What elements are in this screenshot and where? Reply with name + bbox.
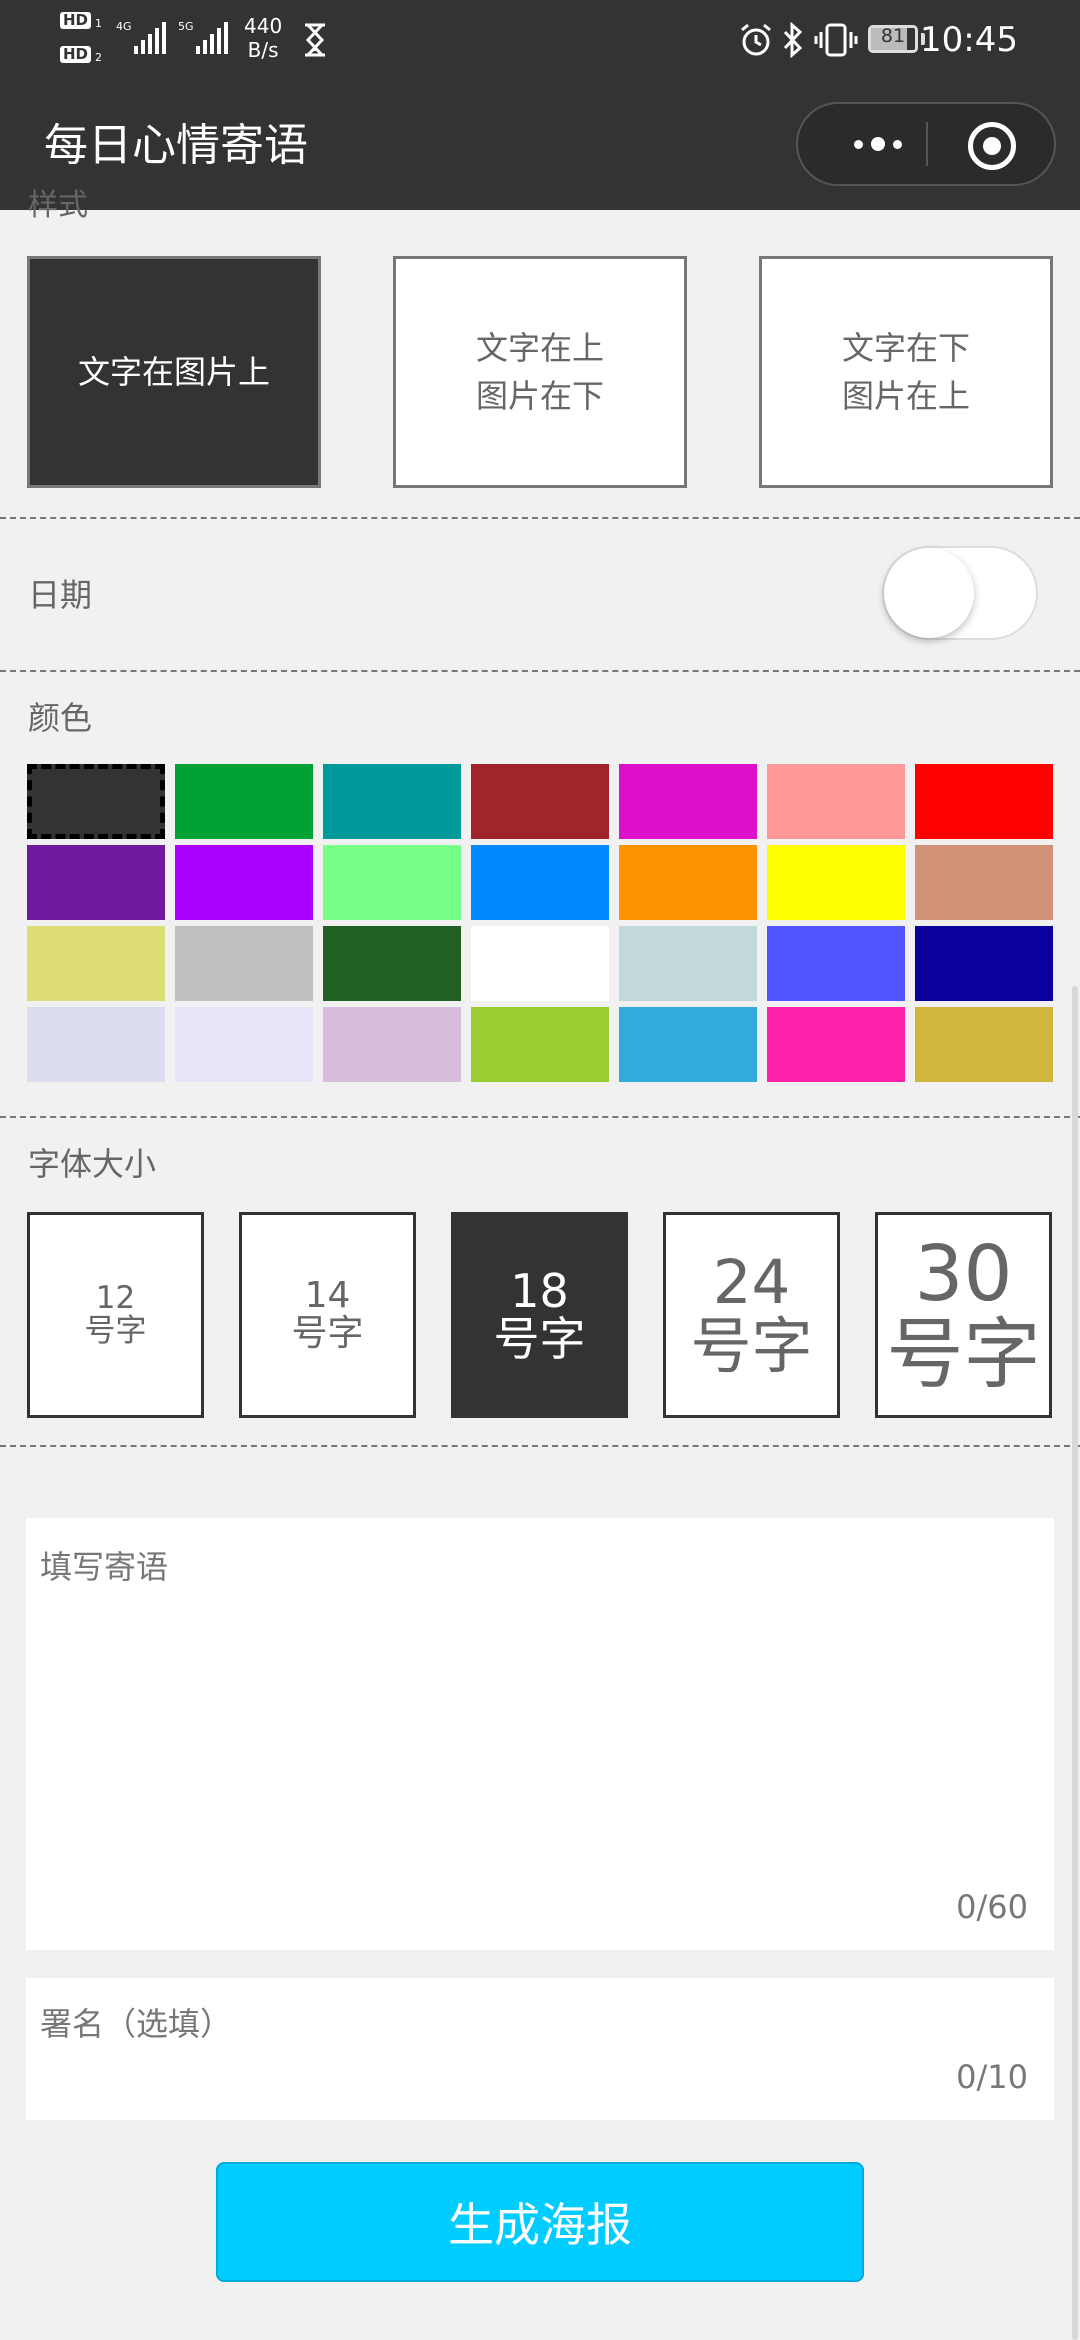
style-option-text-bottom[interactable]: 文字在下 图片在上	[759, 256, 1053, 488]
color-swatch[interactable]	[767, 764, 905, 839]
divider	[0, 1116, 1080, 1118]
color-swatch[interactable]	[619, 926, 757, 1001]
color-swatch[interactable]	[619, 1007, 757, 1082]
divider	[0, 670, 1080, 672]
message-input[interactable]	[26, 1518, 1054, 1950]
font-size-number: 14	[304, 1275, 351, 1316]
color-swatch[interactable]	[619, 845, 757, 920]
battery-icon: 81	[868, 25, 918, 53]
date-label: 日期	[28, 576, 93, 614]
close-icon[interactable]	[968, 122, 1016, 170]
signal-icon	[134, 22, 166, 54]
font-size-number: 24	[712, 1247, 791, 1318]
color-swatch[interactable]	[175, 926, 313, 1001]
scrollbar[interactable]	[1072, 986, 1078, 2340]
font-size-section-title: 字体大小	[28, 1145, 157, 1183]
font-size-option-18[interactable]: 18 号字	[451, 1212, 628, 1418]
network-speed: 440 B/s	[244, 14, 282, 62]
more-icon[interactable]	[828, 104, 928, 184]
hourglass-icon	[305, 23, 325, 57]
clock: 10:45	[920, 20, 1018, 60]
font-size-number: 18	[510, 1264, 569, 1318]
font-size-option-14[interactable]: 14 号字	[239, 1212, 416, 1418]
style-option-label: 文字在图片上	[77, 353, 270, 391]
color-swatch[interactable]	[323, 764, 461, 839]
color-swatch[interactable]	[915, 764, 1053, 839]
date-toggle[interactable]	[882, 546, 1038, 640]
signal-icon	[196, 22, 228, 54]
font-size-unit: 号字	[886, 1311, 1041, 1400]
message-box: 0/60	[26, 1518, 1054, 1950]
hd-badge-1: HD	[60, 12, 92, 29]
nav-bar: 每日心情寄语	[0, 80, 1080, 210]
color-swatch[interactable]	[915, 926, 1053, 1001]
font-size-option-24[interactable]: 24 号字	[663, 1212, 840, 1418]
color-swatch[interactable]	[27, 764, 165, 839]
generate-button-label: 生成海报	[448, 2198, 632, 2252]
style-option-label: 文字在下 图片在上	[841, 329, 970, 415]
style-option-text-top[interactable]: 文字在上 图片在下	[393, 256, 687, 488]
speed-unit: B/s	[247, 38, 279, 62]
toggle-knob	[884, 548, 974, 638]
color-swatch[interactable]	[323, 845, 461, 920]
font-size-unit: 号字	[291, 1313, 364, 1354]
status-bar: HD 1 HD 2 4G 5G 440 B/s 81 10:45	[0, 0, 1080, 80]
color-swatch[interactable]	[323, 1007, 461, 1082]
signature-char-count: 0/10	[956, 2058, 1028, 2096]
divider	[0, 1445, 1080, 1447]
color-swatch[interactable]	[27, 1007, 165, 1082]
color-swatch[interactable]	[767, 1007, 905, 1082]
font-size-number: 12	[95, 1280, 136, 1316]
signature-input[interactable]	[26, 1978, 1054, 2048]
speed-value: 440	[244, 14, 283, 38]
battery-percent: 81	[880, 25, 906, 47]
color-swatch[interactable]	[323, 926, 461, 1001]
color-swatch[interactable]	[27, 845, 165, 920]
color-section-title: 颜色	[28, 699, 93, 737]
style-section-title: 样式	[28, 188, 88, 223]
vibrate-icon	[814, 23, 858, 57]
net-type-2: 5G	[178, 20, 194, 33]
color-swatch[interactable]	[619, 764, 757, 839]
bluetooth-icon	[783, 22, 803, 58]
color-swatch[interactable]	[471, 764, 609, 839]
capsule-divider	[926, 122, 928, 166]
style-option-label: 文字在上 图片在下	[475, 329, 604, 415]
color-swatch[interactable]	[27, 926, 165, 1001]
message-char-count: 0/60	[956, 1888, 1028, 1926]
hd-sub-1: 1	[95, 17, 102, 30]
signature-box: 0/10	[26, 1978, 1054, 2120]
color-swatch[interactable]	[915, 845, 1053, 920]
color-swatch[interactable]	[767, 926, 905, 1001]
color-swatch[interactable]	[471, 845, 609, 920]
color-swatch[interactable]	[175, 1007, 313, 1082]
net-type-1: 4G	[116, 20, 132, 33]
font-size-unit: 号字	[690, 1311, 813, 1382]
color-swatch[interactable]	[471, 926, 609, 1001]
color-swatch[interactable]	[915, 1007, 1053, 1082]
color-swatch[interactable]	[175, 845, 313, 920]
divider	[0, 517, 1080, 519]
style-option-text-on-image[interactable]: 文字在图片上	[27, 256, 321, 488]
color-swatch[interactable]	[175, 764, 313, 839]
hd-sub-2: 2	[95, 51, 102, 64]
font-size-option-30[interactable]: 30 号字	[875, 1212, 1052, 1418]
color-swatch[interactable]	[471, 1007, 609, 1082]
generate-poster-button[interactable]: 生成海报	[216, 2162, 864, 2282]
font-size-option-12[interactable]: 12 号字	[27, 1212, 204, 1418]
color-swatch[interactable]	[767, 845, 905, 920]
font-size-number: 30	[914, 1230, 1013, 1319]
menu-capsule	[796, 102, 1056, 186]
hd-badge-2: HD	[60, 46, 92, 63]
page-title: 每日心情寄语	[44, 120, 308, 171]
font-size-unit: 号字	[493, 1312, 586, 1366]
font-size-unit: 号字	[84, 1313, 147, 1349]
alarm-icon	[741, 23, 771, 56]
